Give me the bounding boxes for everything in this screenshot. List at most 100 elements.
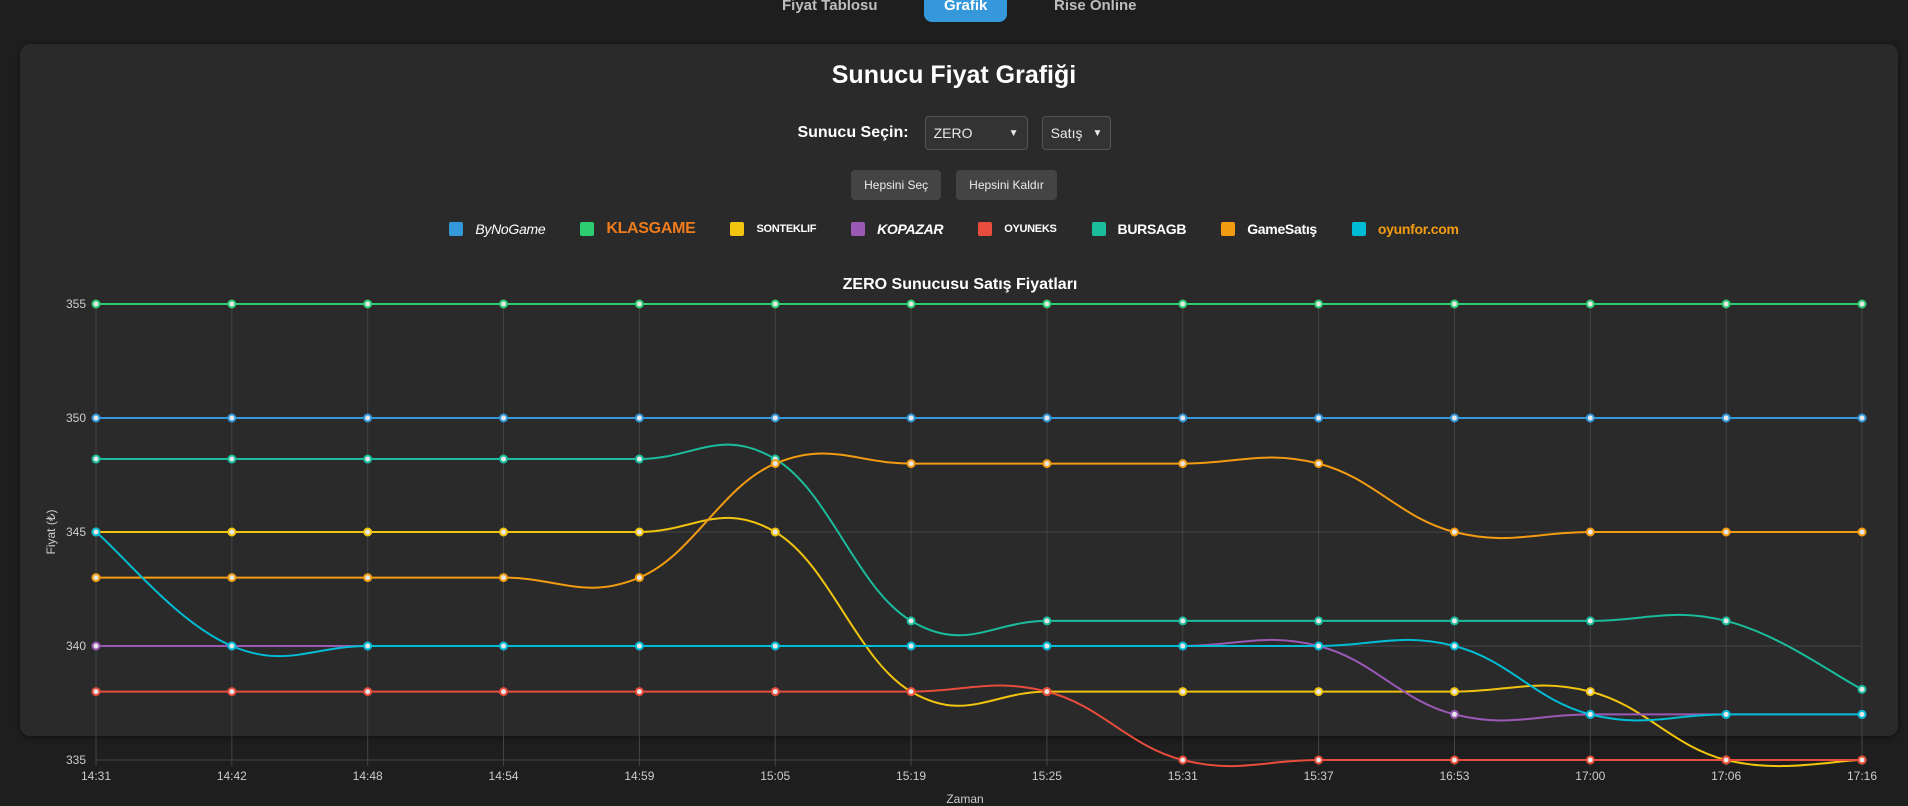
data-point-klasgame xyxy=(363,299,373,309)
x-tick-label: 15:31 xyxy=(1168,769,1198,783)
x-tick-label: 15:19 xyxy=(896,769,926,783)
data-point-sonteklif xyxy=(1585,687,1595,697)
data-point-oyunfor xyxy=(1178,641,1188,651)
data-point-kopazar xyxy=(91,641,101,651)
y-tick-label: 350 xyxy=(66,411,86,425)
data-point-gamesatis xyxy=(499,573,509,583)
y-axis-label: Fiyat (₺) xyxy=(44,510,58,555)
data-point-bynogame xyxy=(1585,413,1595,423)
data-point-oyuneks xyxy=(1857,755,1867,765)
data-point-oyuneks xyxy=(499,687,509,697)
data-point-oyuneks xyxy=(227,687,237,697)
data-point-oyunfor xyxy=(91,527,101,537)
chart-grid xyxy=(95,303,1863,766)
x-tick-label: 14:59 xyxy=(624,769,654,783)
data-point-bursagb xyxy=(906,616,916,626)
data-point-gamesatis xyxy=(91,573,101,583)
data-point-oyuneks xyxy=(634,687,644,697)
data-point-sonteklif xyxy=(634,527,644,537)
data-point-bynogame xyxy=(1042,413,1052,423)
data-point-klasgame xyxy=(1449,299,1459,309)
data-point-gamesatis xyxy=(770,459,780,469)
data-point-oyuneks xyxy=(1721,755,1731,765)
data-point-gamesatis xyxy=(634,573,644,583)
data-point-bursagb xyxy=(1042,616,1052,626)
data-point-gamesatis xyxy=(1857,527,1867,537)
data-point-klasgame xyxy=(1585,299,1595,309)
series-line-bursagb xyxy=(95,443,1863,691)
data-point-oyuneks xyxy=(906,687,916,697)
data-point-gamesatis xyxy=(1585,527,1595,537)
data-point-oyuneks xyxy=(91,687,101,697)
data-point-oyuneks xyxy=(1042,687,1052,697)
data-point-gamesatis xyxy=(227,573,237,583)
series-line-gamesatis xyxy=(96,452,1862,589)
data-point-oyuneks xyxy=(770,687,780,697)
data-point-bursagb xyxy=(499,454,509,464)
data-point-sonteklif xyxy=(1178,687,1188,697)
data-point-bynogame xyxy=(1178,413,1188,423)
data-point-oyunfor xyxy=(1721,709,1731,719)
data-point-bynogame xyxy=(634,413,644,423)
data-point-klasgame xyxy=(634,299,644,309)
data-point-sonteklif xyxy=(770,527,780,537)
data-point-klasgame xyxy=(1042,299,1052,309)
x-tick-label: 14:48 xyxy=(353,769,383,783)
data-point-bursagb xyxy=(634,454,644,464)
data-point-klasgame xyxy=(227,299,237,309)
x-axis-label: Zaman xyxy=(946,792,983,806)
data-point-bynogame xyxy=(499,413,509,423)
data-point-oyuneks xyxy=(1585,755,1595,765)
x-tick-label: 17:16 xyxy=(1847,769,1877,783)
data-point-bursagb xyxy=(1585,616,1595,626)
x-tick-label: 14:54 xyxy=(489,769,519,783)
data-point-bursagb xyxy=(227,454,237,464)
data-point-bynogame xyxy=(363,413,373,423)
y-tick-label: 355 xyxy=(66,297,86,311)
data-point-bynogame xyxy=(1857,413,1867,423)
data-point-gamesatis xyxy=(363,573,373,583)
series-line-sonteklif xyxy=(96,516,1863,768)
y-tick-label: 340 xyxy=(66,639,86,653)
chart-axes: 335 340 345 350 355 14:31 14:42 14:48 14:54 14:59… xyxy=(66,297,1877,783)
data-point-bursagb xyxy=(1178,616,1188,626)
data-point-bynogame xyxy=(1449,413,1459,423)
data-point-sonteklif xyxy=(1449,687,1459,697)
data-point-oyunfor xyxy=(1314,641,1324,651)
y-tick-label: 345 xyxy=(66,525,86,539)
data-point-oyunfor xyxy=(770,641,780,651)
data-point-kopazar xyxy=(1449,709,1459,719)
data-point-bursagb xyxy=(91,454,101,464)
data-point-bursagb xyxy=(363,454,373,464)
series-line-oyuneks xyxy=(96,684,1862,768)
data-point-oyunfor xyxy=(1585,709,1595,719)
data-point-oyuneks xyxy=(363,687,373,697)
data-point-klasgame xyxy=(1857,299,1867,309)
data-point-oyunfor xyxy=(499,641,509,651)
data-point-gamesatis xyxy=(906,459,916,469)
x-tick-label: 17:00 xyxy=(1575,769,1605,783)
data-point-sonteklif xyxy=(1314,687,1324,697)
x-tick-label: 14:42 xyxy=(217,769,247,783)
data-point-klasgame xyxy=(906,299,916,309)
price-line-chart: ZERO Sunucusu Satış Fiyatları 3353403453… xyxy=(44,276,1877,806)
data-point-sonteklif xyxy=(363,527,373,537)
series-line-kopazar xyxy=(96,638,1862,722)
data-point-bynogame xyxy=(91,413,101,423)
data-point-bursagb xyxy=(1857,684,1867,694)
data-point-klasgame xyxy=(1178,299,1188,309)
data-point-oyunfor xyxy=(1449,641,1459,651)
data-point-oyunfor xyxy=(227,641,237,651)
data-point-gamesatis xyxy=(1178,459,1188,469)
x-tick-label: 15:37 xyxy=(1304,769,1334,783)
data-point-oyuneks xyxy=(1314,755,1324,765)
data-point-bynogame xyxy=(906,413,916,423)
data-point-bursagb xyxy=(1449,616,1459,626)
data-point-klasgame xyxy=(1314,299,1324,309)
data-point-klasgame xyxy=(770,299,780,309)
data-point-bursagb xyxy=(1721,616,1731,626)
data-point-bynogame xyxy=(227,413,237,423)
data-point-bursagb xyxy=(1314,616,1324,626)
data-point-bynogame xyxy=(1721,413,1731,423)
data-point-oyunfor xyxy=(1042,641,1052,651)
